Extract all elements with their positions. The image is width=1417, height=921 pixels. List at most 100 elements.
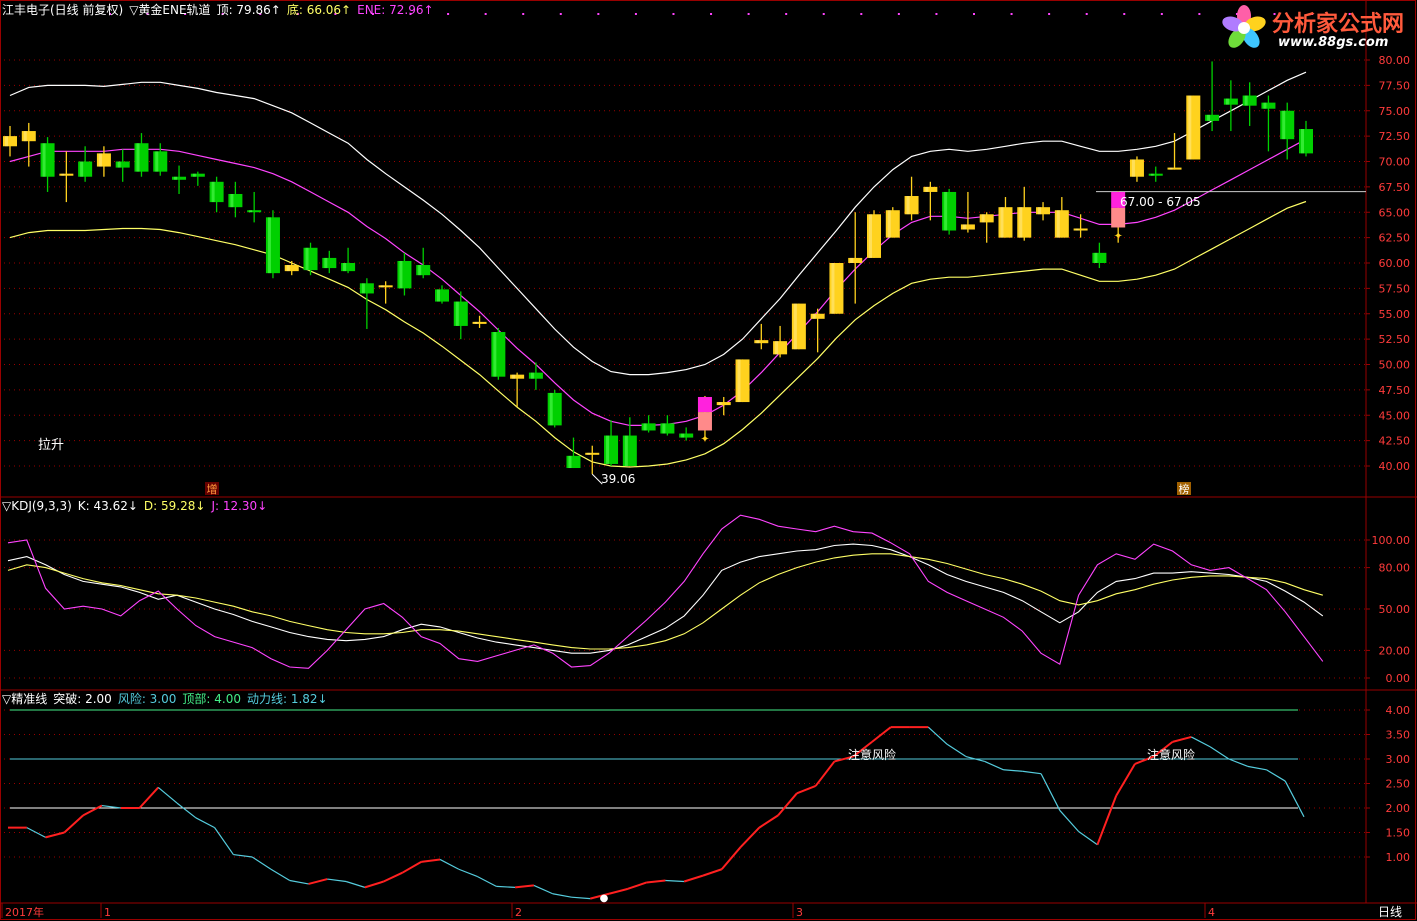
jz-y-tick-label: 2.00 bbox=[1386, 802, 1411, 815]
main-y-tick-label: 77.50 bbox=[1379, 79, 1411, 92]
jz-power-line-segment bbox=[327, 878, 347, 883]
candle-highlight bbox=[267, 217, 271, 274]
jz-power-line-segment bbox=[233, 853, 253, 858]
candle-highlight bbox=[117, 161, 121, 168]
jz-power-line-segment bbox=[82, 804, 103, 817]
jz-power-line-segment bbox=[477, 876, 497, 887]
main-y-tick-label: 70.00 bbox=[1379, 156, 1411, 169]
title-item: 风险: 3.00 bbox=[117, 692, 177, 706]
jz-power-line-segment bbox=[1059, 810, 1080, 832]
candle-highlight bbox=[1169, 167, 1173, 170]
jz-power-line-segment bbox=[683, 874, 704, 883]
main-y-tick-label: 57.50 bbox=[1379, 282, 1411, 295]
jz-power-line-segment bbox=[1247, 765, 1267, 771]
main-y-tick-label: 65.00 bbox=[1379, 206, 1411, 219]
jz-power-line-segment bbox=[552, 893, 572, 898]
title-item: ENE: 72.96↑ bbox=[357, 3, 434, 17]
signal-dot bbox=[672, 13, 675, 15]
ene-mid-line bbox=[9, 138, 1307, 426]
candle-highlight bbox=[1225, 98, 1229, 105]
jz-power-line-segment bbox=[157, 786, 178, 804]
signal-candle-body bbox=[697, 396, 712, 413]
jz-power-line-segment bbox=[195, 817, 215, 829]
signal-dot bbox=[597, 13, 600, 15]
jz-power-line-segment bbox=[308, 878, 328, 885]
warning-label: 注意风险 bbox=[1147, 747, 1195, 762]
candle-highlight bbox=[42, 143, 46, 177]
time-axis-label: 2 bbox=[515, 906, 522, 919]
jz-power-line-segment bbox=[814, 760, 836, 787]
title-item: J: 12.30↓ bbox=[211, 499, 268, 513]
signal-dot bbox=[1123, 13, 1126, 15]
jz-power-line-segment bbox=[345, 880, 366, 888]
candle-highlight bbox=[681, 433, 685, 438]
candle-highlight bbox=[737, 359, 741, 403]
main-y-tick-label: 80.00 bbox=[1379, 54, 1411, 67]
jz-power-line-segment bbox=[758, 814, 779, 829]
jz-power-line-segment bbox=[720, 846, 742, 870]
candle-highlight bbox=[1301, 129, 1304, 154]
title-item: 突破: 2.00 bbox=[53, 692, 112, 706]
jz-y-tick-label: 3.00 bbox=[1386, 753, 1411, 766]
candle-highlight bbox=[361, 283, 365, 294]
candle-highlight bbox=[718, 402, 722, 406]
candle-highlight bbox=[211, 181, 215, 203]
candle-highlight bbox=[1000, 207, 1004, 238]
signal-dot bbox=[1160, 13, 1163, 15]
candle-highlight bbox=[1094, 252, 1098, 263]
jz-y-tick-label: 3.50 bbox=[1386, 729, 1411, 742]
candle-highlight bbox=[624, 435, 628, 466]
jz-power-line-segment bbox=[927, 726, 948, 745]
candle-highlight bbox=[5, 136, 8, 147]
jz-power-line-segment bbox=[364, 880, 384, 889]
main-y-tick-label: 47.50 bbox=[1379, 384, 1411, 397]
kdj-y-tick-label: 80.00 bbox=[1379, 562, 1411, 575]
jz-power-line-segment bbox=[138, 786, 159, 809]
candle-highlight bbox=[925, 186, 929, 192]
main-y-tick-label: 72.50 bbox=[1379, 130, 1411, 143]
candle-highlight bbox=[1282, 110, 1286, 140]
jz-power-line-segment bbox=[458, 868, 478, 878]
candle-highlight bbox=[493, 332, 497, 377]
jz-y-tick-label: 1.00 bbox=[1386, 851, 1411, 864]
signal-dot bbox=[973, 13, 975, 15]
main-y-tick-label: 75.00 bbox=[1379, 105, 1411, 118]
butterfly-icon: ✦ bbox=[1114, 229, 1123, 242]
candle-highlight bbox=[286, 265, 290, 272]
price-annotation: 67.00 - 67.05 bbox=[1120, 195, 1201, 209]
jz-power-line-segment bbox=[646, 879, 666, 884]
candle-highlight bbox=[887, 210, 891, 238]
signal-dot bbox=[1198, 13, 1201, 15]
kdj-y-tick-label: 0.00 bbox=[1386, 672, 1411, 685]
jz-power-line-segment bbox=[1191, 736, 1211, 748]
kdj-y-tick-label: 100.00 bbox=[1372, 534, 1411, 547]
candle-highlight bbox=[155, 151, 159, 172]
chart-canvas[interactable]: 80.00 77.50 75.00 72.50 70.00 67.50 65.00 62.50… bbox=[0, 0, 1417, 921]
jz-power-line-segment bbox=[439, 858, 460, 870]
jz-power-line-segment bbox=[796, 785, 817, 795]
signal-dot bbox=[860, 13, 863, 15]
jz-power-line-segment bbox=[1209, 746, 1230, 760]
left-label: 拉升 bbox=[38, 438, 65, 453]
jz-y-tick-label: 4.00 bbox=[1386, 704, 1411, 717]
jz-power-line-segment bbox=[1003, 769, 1023, 772]
candle-highlight bbox=[756, 340, 760, 344]
kdj-k-line bbox=[7, 543, 1324, 654]
jz-power-line-segment bbox=[45, 831, 65, 839]
candle-highlight bbox=[230, 193, 234, 208]
title-item: ▽精准线 bbox=[2, 692, 48, 706]
candle-highlight bbox=[662, 423, 666, 434]
candle-highlight bbox=[1131, 159, 1135, 177]
jz-power-line-segment bbox=[176, 802, 197, 819]
title-item: ▽KDJ(9,3,3) bbox=[2, 499, 72, 513]
jz-power-line-segment bbox=[1115, 763, 1136, 797]
candle-highlight bbox=[1188, 95, 1192, 160]
candle-highlight bbox=[812, 313, 816, 319]
candle-highlight bbox=[1150, 173, 1154, 176]
marker-a-label: 增 bbox=[207, 482, 218, 496]
jz-power-line-segment bbox=[289, 879, 309, 885]
candle-highlight bbox=[1075, 228, 1079, 231]
candle-highlight bbox=[643, 423, 647, 431]
jz-power-line-segment bbox=[571, 896, 591, 900]
candle-highlight bbox=[399, 260, 403, 289]
